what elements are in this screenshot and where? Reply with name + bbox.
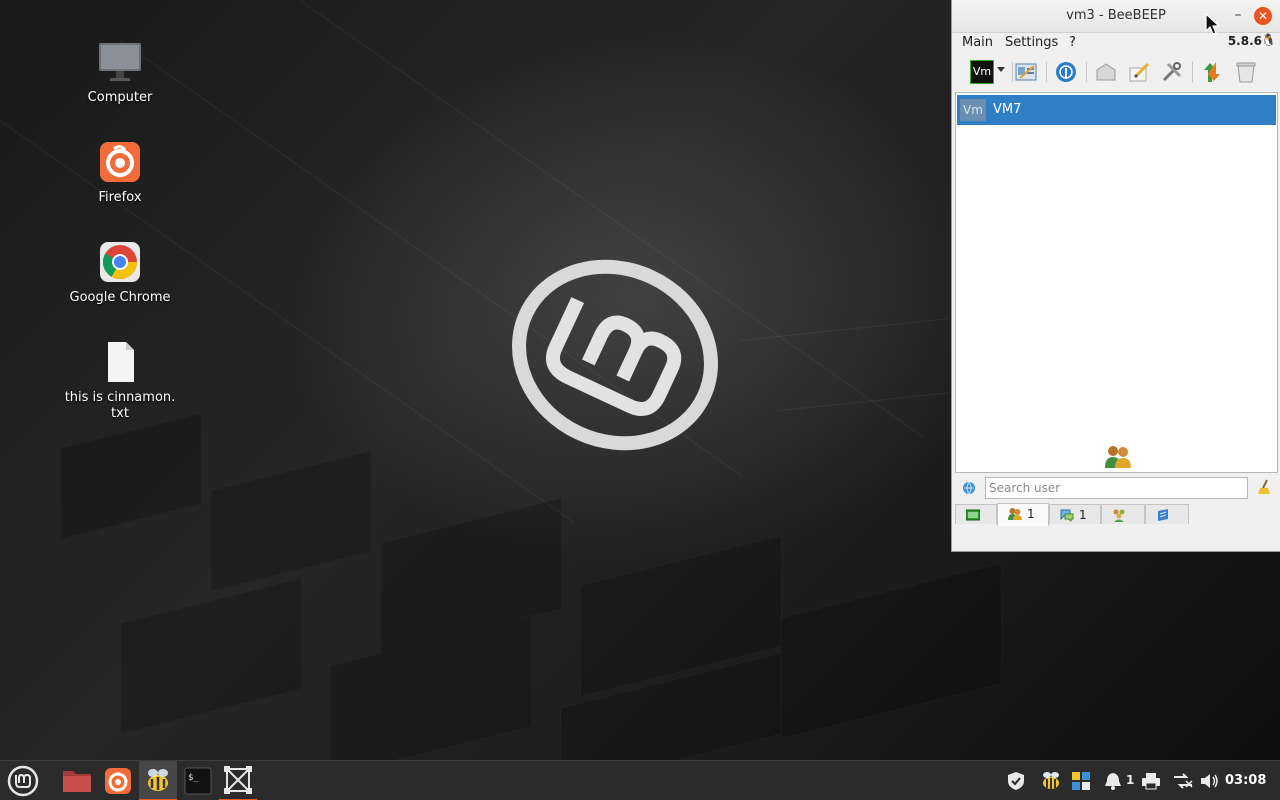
transfer-arrows-icon <box>1204 62 1220 82</box>
tab-chats[interactable]: 1 <box>1049 504 1101 524</box>
toolbar-separator <box>1192 62 1193 82</box>
broom-clear-icon[interactable] <box>1257 479 1273 495</box>
file-share-icon <box>1158 509 1168 521</box>
desktop-icon-firefox[interactable]: Firefox <box>60 140 180 206</box>
menu-icon <box>7 765 39 797</box>
notifications-icon[interactable] <box>1104 771 1122 791</box>
send-file-button[interactable] <box>1094 60 1118 84</box>
tab-file-sharing[interactable] <box>1145 504 1189 524</box>
desktop-icon-label: Firefox <box>98 190 142 205</box>
taskbar-beebeep[interactable] <box>139 761 177 800</box>
workspace-icon <box>224 766 252 794</box>
user-avatar: Vm <box>960 99 986 121</box>
beebeep-icon <box>148 769 168 791</box>
tab-users[interactable]: 1 <box>997 503 1049 526</box>
printer-icon[interactable] <box>1141 771 1161 791</box>
computer-icon <box>98 40 142 84</box>
tools-icon <box>1162 62 1182 82</box>
desktop-icon-label-line2: txt <box>111 406 129 421</box>
taskbar-firefox[interactable] <box>99 761 137 800</box>
shield-icon[interactable] <box>1006 771 1026 791</box>
monitor-icon <box>966 509 980 521</box>
group-icon <box>1113 509 1125 522</box>
share-files-button[interactable] <box>1200 60 1224 84</box>
beebeep-window: vm3 - BeeBEEP – ✕ Main Settings ? 5.8.6 … <box>951 0 1280 552</box>
linux-mint-logo <box>512 259 718 451</box>
my-avatar-button[interactable]: Vm <box>970 60 994 84</box>
mouse-cursor-icon <box>1205 13 1221 35</box>
bg-block <box>60 412 202 540</box>
desktop-icon-computer[interactable]: Computer <box>60 40 180 106</box>
users-group-icon <box>1105 446 1131 468</box>
taskbar-workspace-switcher[interactable] <box>219 761 257 800</box>
beebeep-tray-icon[interactable] <box>1040 771 1062 791</box>
toolbar-separator <box>1086 62 1087 82</box>
bottom-tabbar: 1 1 <box>955 503 1275 527</box>
desktop-icon-google-chrome[interactable]: Google Chrome <box>60 240 180 306</box>
edit-profile-button[interactable] <box>1014 60 1038 84</box>
text-file-icon <box>98 340 142 384</box>
tab-home[interactable] <box>955 504 997 524</box>
bg-block <box>210 449 372 593</box>
users-icon <box>1008 508 1022 520</box>
start-menu-button[interactable] <box>2 761 40 800</box>
close-button[interactable]: ✕ <box>1254 7 1272 25</box>
chat-icon <box>1060 509 1074 522</box>
menubar: Main Settings ? 5.8.6 🐧 <box>952 32 1280 54</box>
minimize-button[interactable]: – <box>1228 6 1248 26</box>
network-button[interactable] <box>1054 60 1078 84</box>
menu-help[interactable]: ? <box>1069 35 1076 50</box>
tab-groups[interactable] <box>1101 504 1145 524</box>
files-icon <box>63 771 91 792</box>
toolbar-separator <box>1012 62 1013 82</box>
firefox-icon <box>98 140 142 184</box>
window-titlebar[interactable]: vm3 - BeeBEEP – ✕ <box>952 0 1280 33</box>
compose-button[interactable] <box>1127 60 1151 84</box>
trash-bin-icon <box>1236 62 1256 83</box>
bg-block <box>780 562 1002 740</box>
xapp-status-icon[interactable] <box>1071 771 1091 791</box>
profile-card-icon <box>1015 63 1037 81</box>
desktop-icon-label-line1: this is cinnamon. <box>64 390 176 405</box>
envelope-icon <box>1096 63 1116 81</box>
desktop-icon-label: Google Chrome <box>69 290 171 305</box>
search-user-input[interactable] <box>985 477 1248 499</box>
volume-icon[interactable] <box>1199 771 1219 791</box>
search-row <box>952 475 1280 503</box>
notifications-count: 1 <box>1126 773 1135 787</box>
svg-text:$_: $_ <box>188 773 199 783</box>
chrome-icon <box>98 240 142 284</box>
user-list-item[interactable]: Vm VM7 <box>957 95 1276 125</box>
terminal-icon: $_ <box>184 767 212 795</box>
toolbar-separator <box>1046 62 1047 82</box>
tab-count: 1 <box>1079 508 1087 522</box>
tab-count: 1 <box>1027 507 1035 521</box>
clock[interactable]: 03:08 <box>1225 773 1266 788</box>
pencil-note-icon <box>1129 62 1150 82</box>
network-disconnected-icon[interactable] <box>1172 771 1194 791</box>
user-list: Vm VM7 <box>955 92 1278 473</box>
user-name: VM7 <box>993 102 1022 117</box>
clear-button[interactable] <box>1234 60 1258 84</box>
taskbar: $_ 1 03:08 <box>0 760 1280 800</box>
bg-block <box>120 577 302 735</box>
taskbar-terminal[interactable]: $_ <box>179 761 217 800</box>
taskbar-files[interactable] <box>58 761 96 800</box>
toolbar: Vm <box>952 55 1280 89</box>
menu-settings[interactable]: Settings <box>1005 35 1058 50</box>
tools-button[interactable] <box>1160 60 1184 84</box>
chevron-down-icon[interactable] <box>997 67 1005 72</box>
desktop-icon-label: Computer <box>87 90 153 105</box>
firefox-icon <box>105 768 131 794</box>
version-label: 5.8.6 <box>1227 34 1262 48</box>
network-broadcast-icon <box>1056 62 1076 82</box>
desktop-icon-text-file[interactable]: this is cinnamon. txt <box>60 340 180 422</box>
network-globe-icon[interactable] <box>962 481 976 495</box>
linux-tux-icon: 🐧 <box>1261 33 1276 47</box>
menu-main[interactable]: Main <box>962 35 993 50</box>
